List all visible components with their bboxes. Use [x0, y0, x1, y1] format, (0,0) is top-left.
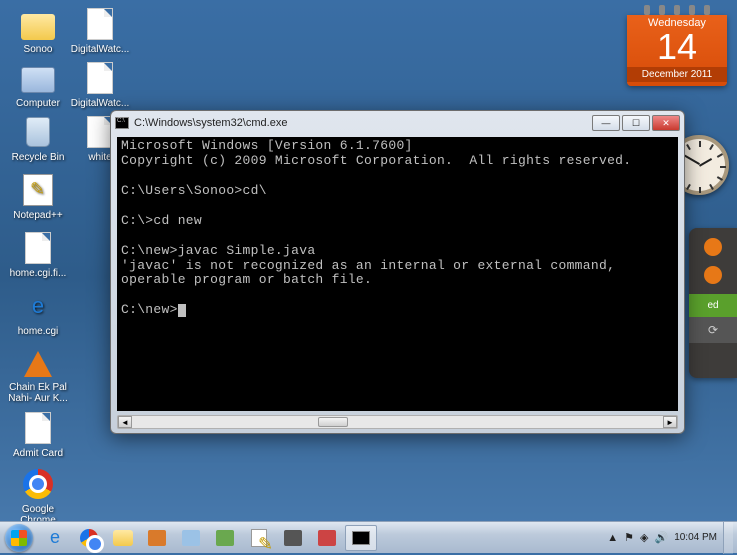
cmd-icon: [115, 117, 129, 129]
notepadpp-icon: [251, 529, 267, 547]
tray-network-icon[interactable]: ◈: [640, 531, 648, 544]
recycle-bin-icon: [26, 117, 50, 147]
side-gadget[interactable]: ed ⟳: [689, 228, 737, 378]
start-button[interactable]: [0, 522, 38, 554]
cmd-icon: [352, 531, 370, 545]
document-icon: [25, 232, 51, 264]
tray-show-hidden[interactable]: ▲: [607, 532, 618, 544]
maximize-button[interactable]: ☐: [622, 115, 650, 131]
taskbar-app3[interactable]: [209, 525, 241, 551]
desktop-icon-admitcard[interactable]: Admit Card: [8, 410, 68, 459]
icon-label: Recycle Bin: [8, 152, 68, 163]
app-icon: [318, 530, 336, 546]
document-icon: [25, 412, 51, 444]
tray-volume-icon[interactable]: 🔊: [654, 531, 668, 544]
document-icon: [87, 8, 113, 40]
gadget-green-label[interactable]: ed: [689, 294, 737, 317]
vlc-icon: [24, 351, 52, 377]
gadget-refresh-button[interactable]: ⟳: [689, 317, 737, 343]
desktop-icon-computer[interactable]: Computer: [8, 60, 68, 109]
icon-label: DigitalWatc...: [70, 44, 130, 55]
windows-orb-icon: [5, 524, 33, 552]
gadget-dot-icon: [704, 266, 722, 284]
close-button[interactable]: ✕: [652, 115, 680, 131]
minimize-button[interactable]: —: [592, 115, 620, 131]
ie-icon: e: [50, 527, 60, 548]
taskbar-app1[interactable]: [141, 525, 173, 551]
calendar-month: December 2011: [627, 67, 727, 82]
desktop-icon-digitalwatch1[interactable]: DigitalWatc...: [70, 6, 130, 55]
taskbar-notepadpp[interactable]: [243, 525, 275, 551]
tray-action-center-icon[interactable]: ⚑: [624, 531, 634, 544]
desktop-icon-homecgifi[interactable]: home.cgi.fi...: [8, 230, 68, 279]
taskbar-ie[interactable]: e: [39, 525, 71, 551]
taskbar-app4[interactable]: [277, 525, 309, 551]
desktop-icon-notepadpp[interactable]: Notepad++: [8, 172, 68, 221]
icon-label: DigitalWatc...: [70, 98, 130, 109]
app-icon: [148, 530, 166, 546]
taskbar-chrome[interactable]: [73, 525, 105, 551]
desktop-icon-homecgi[interactable]: e home.cgi: [8, 288, 68, 337]
ie-icon: e: [20, 288, 56, 324]
computer-icon: [21, 67, 55, 93]
scroll-thumb[interactable]: [318, 417, 348, 427]
desktop-icon-digitalwatch2[interactable]: DigitalWatc...: [70, 60, 130, 109]
folder-icon: [21, 14, 55, 40]
chrome-icon: [80, 529, 98, 547]
desktop-icon-sonoo[interactable]: Sonoo: [8, 6, 68, 55]
desktop-icon-vlc[interactable]: Chain Ek Pal Nahi- Aur K...: [8, 344, 68, 404]
calendar-rings: [627, 5, 727, 15]
taskbar-explorer[interactable]: [107, 525, 139, 551]
calendar-date: 14: [627, 29, 727, 65]
icon-label: Computer: [8, 98, 68, 109]
notepadpp-icon: [23, 174, 53, 206]
icon-label: home.cgi.fi...: [8, 268, 68, 279]
taskbar-app5[interactable]: [311, 525, 343, 551]
icon-label: Notepad++: [8, 210, 68, 221]
app-icon: [182, 530, 200, 546]
desktop-icon-recyclebin[interactable]: Recycle Bin: [8, 114, 68, 163]
icon-label: Sonoo: [8, 44, 68, 55]
window-title: C:\Windows\system32\cmd.exe: [134, 117, 287, 129]
taskbar: e ▲ ⚑ ◈ 🔊 10:04 PM: [0, 521, 737, 553]
desktop-icon-chrome[interactable]: Google Chrome: [8, 466, 68, 526]
show-desktop-button[interactable]: [723, 522, 733, 554]
document-icon: [87, 62, 113, 94]
app-icon: [284, 530, 302, 546]
icon-label: Chain Ek Pal Nahi- Aur K...: [8, 382, 68, 404]
cmd-window: C:\Windows\system32\cmd.exe — ☐ ✕ Micros…: [110, 110, 685, 434]
taskbar-app2[interactable]: [175, 525, 207, 551]
taskbar-cmd[interactable]: [345, 525, 377, 551]
horizontal-scrollbar[interactable]: ◄ ►: [117, 415, 678, 429]
calendar-gadget[interactable]: Wednesday 14 December 2011: [627, 5, 727, 86]
gadget-dot-icon: [704, 238, 722, 256]
system-tray: ▲ ⚑ ◈ 🔊 10:04 PM: [607, 531, 717, 544]
chrome-icon: [23, 469, 53, 499]
scroll-right-arrow[interactable]: ►: [663, 416, 677, 428]
icon-label: home.cgi: [8, 326, 68, 337]
folder-icon: [113, 530, 133, 546]
icon-label: Admit Card: [8, 448, 68, 459]
scroll-left-arrow[interactable]: ◄: [118, 416, 132, 428]
console-output[interactable]: Microsoft Windows [Version 6.1.7600] Cop…: [117, 137, 678, 411]
tray-clock[interactable]: 10:04 PM: [674, 532, 717, 543]
titlebar[interactable]: C:\Windows\system32\cmd.exe — ☐ ✕: [111, 111, 684, 135]
app-icon: [216, 530, 234, 546]
